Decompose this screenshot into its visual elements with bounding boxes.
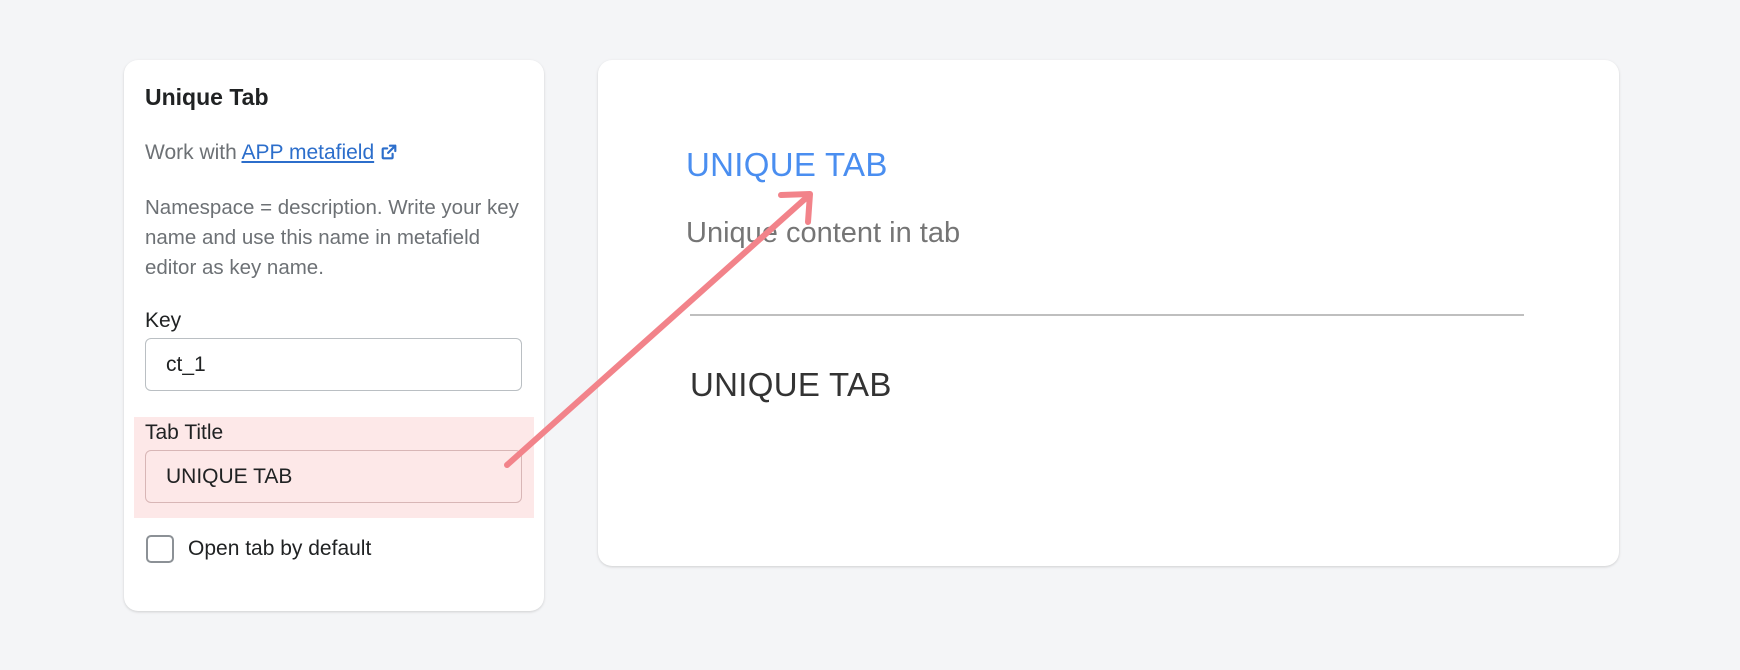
- work-with-text: Work with APP metafield: [145, 141, 398, 165]
- preview-tab-content: Unique content in tab: [686, 217, 961, 249]
- tab-title-input[interactable]: [145, 450, 522, 503]
- preview-divider: [690, 314, 1524, 316]
- open-by-default-checkbox[interactable]: [146, 535, 174, 563]
- preview-tab-title[interactable]: UNIQUE TAB: [686, 146, 888, 184]
- external-link-icon[interactable]: [380, 143, 398, 161]
- app-metafield-link[interactable]: APP metafield: [241, 141, 374, 164]
- namespace-description: Namespace = description. Write your key …: [145, 196, 519, 279]
- preview-card: UNIQUE TAB Unique content in tab UNIQUE …: [598, 60, 1619, 566]
- key-label: Key: [145, 309, 182, 332]
- settings-card: Unique Tab Work with APP metafield Names…: [124, 60, 544, 611]
- card-title: Unique Tab: [145, 84, 269, 110]
- tab-title-label: Tab Title: [145, 421, 224, 444]
- preview-tab-heading[interactable]: UNIQUE TAB: [690, 366, 892, 404]
- work-with-prefix: Work with: [145, 141, 242, 164]
- key-input[interactable]: [145, 338, 522, 391]
- stage: Unique Tab Work with APP metafield Names…: [0, 0, 1740, 670]
- open-by-default-label: Open tab by default: [188, 537, 372, 560]
- open-by-default-row[interactable]: Open tab by default: [146, 535, 371, 563]
